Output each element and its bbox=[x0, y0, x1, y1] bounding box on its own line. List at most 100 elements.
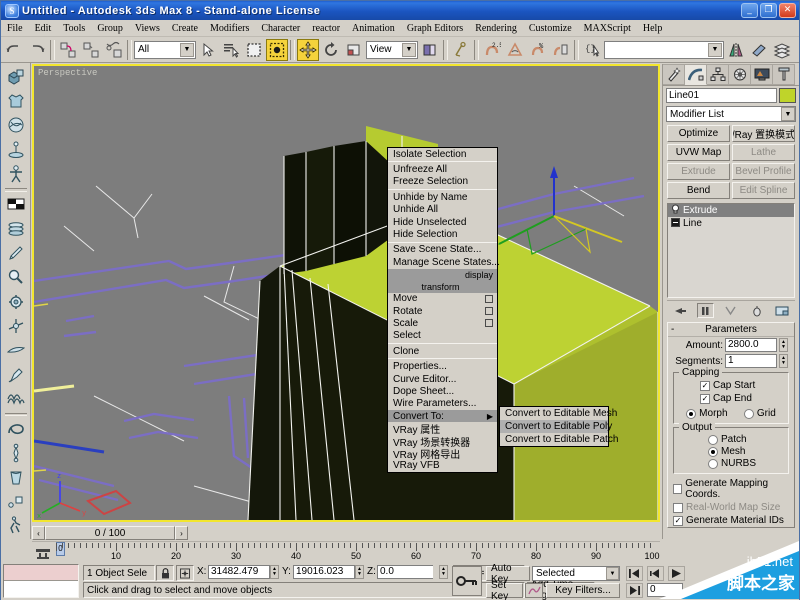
restore-button[interactable]: ❐ bbox=[760, 3, 777, 18]
ctx-select[interactable]: Select bbox=[388, 330, 497, 342]
menu-graph-editors[interactable]: Graph Editors bbox=[401, 22, 469, 35]
generate-material-ids-checkbox[interactable]: ✓ bbox=[673, 516, 683, 526]
set-key-curve-icon[interactable] bbox=[525, 583, 543, 598]
generate-mapping-coords-row[interactable]: Generate Mapping Coords. bbox=[668, 477, 794, 501]
viewport-label[interactable]: Perspective bbox=[38, 68, 97, 78]
ctx-hide-unselected[interactable]: Hide Unselected bbox=[388, 216, 497, 228]
configure-modifier-sets-icon[interactable] bbox=[774, 303, 791, 318]
mini-listener-input[interactable] bbox=[4, 581, 78, 597]
morph-radio-row[interactable]: Morph bbox=[686, 408, 727, 419]
axis-helper-icon[interactable] bbox=[3, 314, 29, 337]
pin-stack-icon[interactable] bbox=[671, 303, 688, 318]
grid-radio-row[interactable]: Grid bbox=[744, 408, 776, 419]
named-selection-combo[interactable]: ▼ bbox=[604, 41, 724, 59]
track-bar[interactable]: 0 bbox=[32, 541, 660, 563]
menu-help[interactable]: Help bbox=[637, 22, 668, 35]
use-pivot-center-icon[interactable] bbox=[419, 39, 441, 61]
current-frame-field[interactable]: 0 bbox=[647, 583, 683, 597]
bones-icon[interactable] bbox=[3, 442, 29, 465]
selection-filter-combo[interactable]: All ▼ bbox=[134, 41, 196, 59]
nurbs-radio-row[interactable]: NURBS bbox=[678, 458, 784, 469]
tab-hierarchy[interactable] bbox=[707, 64, 729, 85]
ctx-hide-selection[interactable]: Hide Selection bbox=[388, 228, 497, 240]
prev-frame-icon[interactable] bbox=[647, 566, 664, 581]
select-and-scale-icon[interactable] bbox=[343, 39, 365, 61]
redo-icon[interactable] bbox=[26, 39, 48, 61]
ctx-move[interactable]: Move bbox=[388, 293, 497, 305]
menu-modifiers[interactable]: Modifiers bbox=[204, 22, 255, 35]
magnifier-tool-icon[interactable] bbox=[3, 266, 29, 289]
segments-spinner[interactable]: ▲▼ bbox=[779, 354, 788, 368]
chevron-down-icon[interactable]: ▼ bbox=[708, 43, 722, 57]
ctx-rotate-settings-icon[interactable] bbox=[485, 307, 493, 315]
modifier-button-uvw-map[interactable]: UVW Map bbox=[667, 144, 730, 161]
modifier-stack-item-line[interactable]: Line bbox=[668, 217, 794, 230]
object-name-field[interactable]: Line01 bbox=[666, 88, 777, 103]
ctx-freeze-selection[interactable]: Freeze Selection bbox=[388, 176, 497, 188]
mesh-radio[interactable] bbox=[708, 447, 718, 457]
biped-character-icon[interactable] bbox=[3, 162, 29, 185]
z-spinner[interactable]: ▲▼ bbox=[439, 565, 448, 579]
chevron-down-icon[interactable]: ▼ bbox=[180, 43, 194, 57]
open-mini-curve-editor-icon[interactable] bbox=[34, 545, 52, 561]
tab-modify[interactable] bbox=[685, 64, 707, 85]
quad-context-menu[interactable]: Isolate Selection Unfreeze All Freeze Se… bbox=[387, 147, 498, 473]
ctx-save-scene-state[interactable]: Save Scene State... bbox=[388, 244, 497, 256]
plus-box-icon[interactable] bbox=[671, 218, 680, 230]
menu-customize[interactable]: Customize bbox=[523, 22, 578, 35]
sphere-material-icon[interactable] bbox=[3, 114, 29, 137]
grid-radio[interactable] bbox=[744, 409, 754, 419]
ctx-properties[interactable]: Properties... bbox=[388, 360, 497, 372]
select-object-icon[interactable] bbox=[197, 39, 219, 61]
patch-radio[interactable] bbox=[708, 435, 718, 445]
real-world-map-size-checkbox[interactable] bbox=[673, 503, 683, 513]
goto-start-icon[interactable] bbox=[626, 566, 643, 581]
object-color-swatch[interactable] bbox=[779, 88, 796, 103]
particle-systems-icon[interactable] bbox=[3, 138, 29, 161]
amount-spinner[interactable]: ▲▼ bbox=[779, 338, 788, 352]
real-world-map-size-row[interactable]: Real-World Map Size bbox=[668, 501, 794, 514]
stack-disks-icon[interactable] bbox=[3, 217, 29, 240]
tab-utilities[interactable] bbox=[773, 64, 795, 85]
chevron-down-icon[interactable]: ▼ bbox=[606, 567, 619, 580]
y-coordinate-field[interactable]: 19016.023 bbox=[293, 565, 355, 579]
reference-coord-combo[interactable]: View ▼ bbox=[366, 41, 418, 59]
ctx-move-settings-icon[interactable] bbox=[485, 295, 493, 303]
morph-radio[interactable] bbox=[686, 409, 696, 419]
ctx-rotate[interactable]: Rotate bbox=[388, 305, 497, 317]
perspective-viewport[interactable]: z x y Perspective bbox=[34, 66, 658, 520]
lock-icon[interactable] bbox=[156, 565, 174, 581]
prev-frame-button[interactable]: ‹ bbox=[32, 526, 45, 540]
segments-input[interactable]: 1 bbox=[725, 354, 777, 368]
select-and-manipulate-icon[interactable] bbox=[450, 39, 472, 61]
menu-group[interactable]: Group bbox=[91, 22, 129, 35]
x-coordinate-field[interactable]: 31482.479 bbox=[208, 565, 270, 579]
make-unique-icon[interactable] bbox=[722, 303, 739, 318]
modifier-list-combo[interactable]: Modifier List ▼ bbox=[666, 106, 796, 122]
undo-icon[interactable] bbox=[3, 39, 25, 61]
generate-mapping-coords-checkbox[interactable] bbox=[673, 484, 682, 494]
chevron-down-icon[interactable]: ▼ bbox=[402, 43, 416, 57]
bind-to-space-warp-icon[interactable] bbox=[103, 39, 125, 61]
cap-start-row[interactable]: ✓ Cap Start bbox=[678, 379, 784, 392]
window-crossing-toggle-icon[interactable] bbox=[266, 39, 288, 61]
walk-through-icon[interactable] bbox=[3, 515, 29, 538]
amount-input[interactable]: 2800.0 bbox=[725, 338, 777, 352]
checker-map-icon[interactable] bbox=[3, 193, 29, 216]
ctx-unhide-all[interactable]: Unhide All bbox=[388, 204, 497, 216]
menu-maxscript[interactable]: MAXScript bbox=[578, 22, 637, 35]
layer-manager-icon[interactable] bbox=[771, 39, 793, 61]
ctx-clone[interactable]: Clone bbox=[388, 345, 497, 357]
menu-rendering[interactable]: Rendering bbox=[469, 22, 523, 35]
ctx-vray-mesh-export[interactable]: VRay 网格导出 bbox=[388, 447, 497, 459]
ctx-vray-vfb[interactable]: VRay VFB bbox=[388, 460, 497, 472]
ctx-scale-settings-icon[interactable] bbox=[485, 319, 493, 327]
play-animation-icon[interactable] bbox=[668, 566, 685, 581]
chevron-down-icon[interactable]: ▼ bbox=[781, 107, 795, 121]
patch-radio-row[interactable]: Patch bbox=[678, 434, 784, 446]
ctx-scale[interactable]: Scale bbox=[388, 317, 497, 329]
wire-spline-icon[interactable] bbox=[3, 417, 29, 440]
x-spinner[interactable]: ▲▼ bbox=[270, 565, 279, 579]
modifier-stack-item-extrude[interactable]: Extrude bbox=[668, 204, 794, 217]
select-and-link-icon[interactable] bbox=[57, 39, 79, 61]
